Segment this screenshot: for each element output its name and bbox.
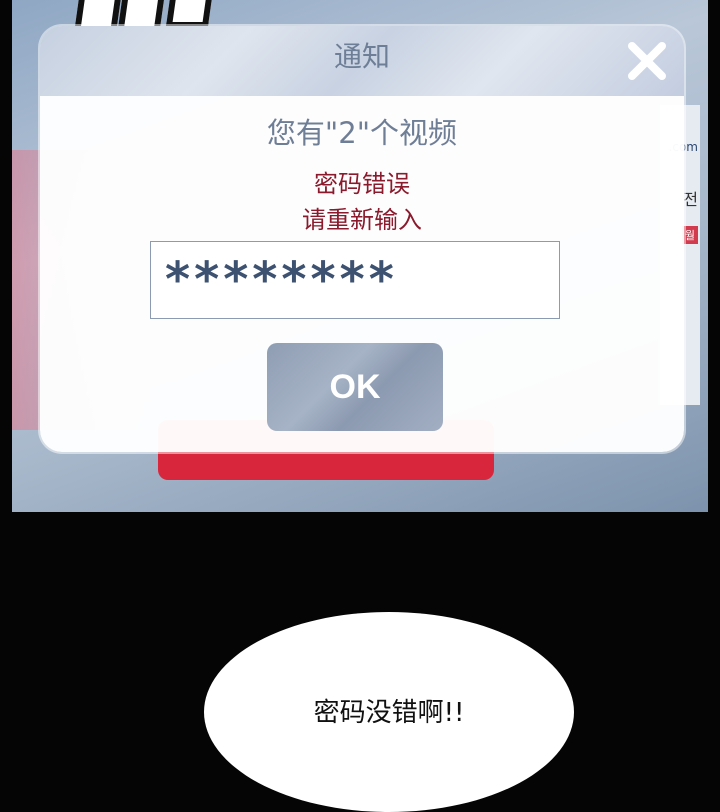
retry-message: 请重新输入 [302,206,422,234]
error-message: 密码错误 [314,170,410,198]
ok-button[interactable]: OK [267,343,443,431]
dialog-title: 通知 [333,40,390,73]
speech-bubble: 密码没错啊!! [204,612,574,812]
close-button[interactable] [624,38,670,84]
password-value: ******** [165,252,398,308]
close-icon [628,42,666,80]
ok-button-label: OK [329,367,381,406]
speech-bubble-text: 密码没错啊!! [313,698,465,728]
dialog-header: 通知 [40,26,684,96]
background-badge: 월 [681,226,698,244]
video-count-message: 您有"2"个视频 [266,116,458,150]
dialog-body: 您有"2"个视频 密码错误 请重新输入 ******** OK [40,96,684,452]
password-input[interactable]: ******** [150,241,560,319]
background-text: 전 [683,190,698,209]
notification-dialog: 通知 您有"2"个视频 密码错误 请重新输入 ******** OK [40,26,684,452]
